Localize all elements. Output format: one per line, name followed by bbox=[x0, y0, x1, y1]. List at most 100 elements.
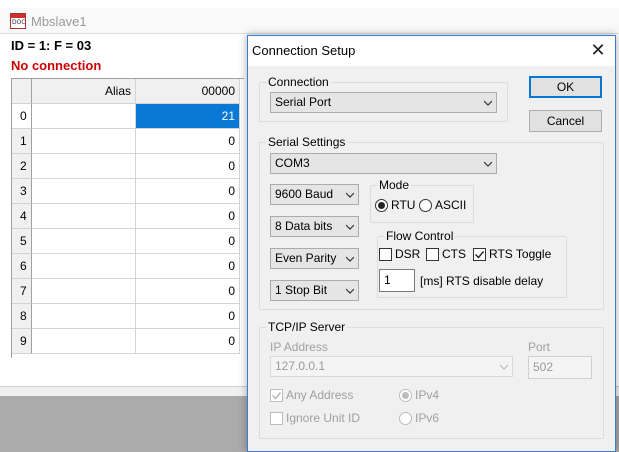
row-header[interactable]: 7 bbox=[12, 279, 32, 304]
value-cell[interactable]: 0 bbox=[136, 229, 240, 254]
serial-settings-group: Serial Settings COM3 9600 Baud 8 Data bi… bbox=[259, 135, 604, 310]
connection-group-label: Connection bbox=[266, 75, 331, 89]
alias-cell[interactable] bbox=[32, 154, 136, 179]
any-address-checkbox[interactable] bbox=[270, 389, 283, 402]
ok-button[interactable]: OK bbox=[529, 76, 602, 98]
value-cell[interactable]: 0 bbox=[136, 304, 240, 329]
dsr-checkbox[interactable] bbox=[379, 248, 392, 261]
rts-delay-input[interactable]: 1 bbox=[379, 269, 415, 292]
alias-cell[interactable] bbox=[32, 179, 136, 204]
ipv6-label[interactable]: IPv6 bbox=[415, 411, 439, 425]
chevron-down-icon bbox=[346, 224, 354, 230]
rtu-label[interactable]: RTU bbox=[391, 198, 415, 212]
row-header[interactable]: 4 bbox=[12, 204, 32, 229]
table-row: 2 0 bbox=[12, 154, 240, 179]
parity-select[interactable]: Even Parity bbox=[270, 248, 359, 269]
row-header[interactable]: 5 bbox=[12, 229, 32, 254]
ip-address-select[interactable]: 127.0.0.1 bbox=[270, 356, 513, 377]
register-grid[interactable]: Alias 00000 0 21 1 0 2 0 3 0 4 0 5 0 6 0… bbox=[11, 78, 244, 358]
rts-toggle-label[interactable]: RTS Toggle bbox=[489, 247, 551, 261]
ascii-radio[interactable] bbox=[419, 199, 432, 212]
row-header[interactable]: 9 bbox=[12, 329, 32, 354]
alias-cell[interactable] bbox=[32, 304, 136, 329]
value-cell[interactable]: 0 bbox=[136, 329, 240, 354]
ignore-unit-id-label[interactable]: Ignore Unit ID bbox=[286, 411, 360, 425]
flow-control-label: Flow Control bbox=[384, 229, 456, 243]
table-row: 4 0 bbox=[12, 204, 240, 229]
data-bits-select[interactable]: 8 Data bits bbox=[270, 216, 359, 237]
alias-cell[interactable] bbox=[32, 229, 136, 254]
cancel-button[interactable]: Cancel bbox=[529, 110, 602, 132]
row-header[interactable]: 0 bbox=[12, 104, 32, 129]
tcpip-server-label: TCP/IP Server bbox=[266, 320, 348, 334]
table-row: 9 0 bbox=[12, 329, 240, 354]
port-input[interactable]: 502 bbox=[528, 356, 592, 379]
mode-label: Mode bbox=[377, 178, 412, 192]
row-header[interactable]: 8 bbox=[12, 304, 32, 329]
value-cell[interactable]: 0 bbox=[136, 179, 240, 204]
ignore-unit-id-checkbox[interactable] bbox=[270, 412, 283, 425]
table-row: 1 0 bbox=[12, 129, 240, 154]
tcpip-server-group: TCP/IP Server IP Address 127.0.0.1 Port … bbox=[259, 320, 604, 439]
status-line: ID = 1: F = 03 bbox=[11, 38, 92, 53]
chevron-down-icon bbox=[484, 161, 492, 167]
connection-type-select[interactable]: Serial Port bbox=[270, 92, 497, 113]
mode-group: Mode RTU ASCII bbox=[370, 178, 474, 223]
rtu-radio[interactable] bbox=[375, 199, 388, 212]
ip-address-value: 127.0.0.1 bbox=[275, 359, 326, 373]
stop-bits-select[interactable]: 1 Stop Bit bbox=[270, 280, 359, 301]
cts-label[interactable]: CTS bbox=[442, 247, 466, 261]
ipv4-radio[interactable] bbox=[399, 389, 412, 402]
document-icon: DOC bbox=[10, 13, 26, 29]
value-cell[interactable]: 0 bbox=[136, 154, 240, 179]
com-port-value: COM3 bbox=[275, 156, 310, 170]
data-bits-value: 8 Data bits bbox=[275, 219, 333, 233]
serial-settings-label: Serial Settings bbox=[266, 135, 348, 149]
column-header-alias[interactable]: Alias bbox=[32, 79, 136, 104]
alias-cell[interactable] bbox=[32, 204, 136, 229]
chevron-down-icon bbox=[346, 192, 354, 198]
connection-type-value: Serial Port bbox=[275, 95, 332, 109]
dsr-label[interactable]: DSR bbox=[395, 247, 420, 261]
any-address-label[interactable]: Any Address bbox=[286, 388, 353, 402]
alias-cell[interactable] bbox=[32, 279, 136, 304]
value-cell[interactable]: 0 bbox=[136, 254, 240, 279]
table-row: 3 0 bbox=[12, 179, 240, 204]
port-label: Port bbox=[528, 340, 551, 354]
value-cell[interactable]: 21 bbox=[136, 104, 240, 129]
chevron-down-icon bbox=[500, 364, 508, 370]
value-cell[interactable]: 0 bbox=[136, 204, 240, 229]
column-header-address[interactable]: 00000 bbox=[136, 79, 240, 104]
ascii-label[interactable]: ASCII bbox=[435, 198, 466, 212]
connection-setup-dialog: Connection Setup ✕ Connection Serial Por… bbox=[247, 35, 616, 452]
row-header[interactable]: 3 bbox=[12, 179, 32, 204]
chevron-down-icon bbox=[346, 288, 354, 294]
value-cell[interactable]: 0 bbox=[136, 279, 240, 304]
value-cell[interactable]: 0 bbox=[136, 129, 240, 154]
child-title-bar[interactable]: DOC Mbslave1 bbox=[0, 8, 619, 34]
chevron-down-icon bbox=[484, 100, 492, 106]
close-icon[interactable]: ✕ bbox=[587, 39, 609, 61]
alias-cell[interactable] bbox=[32, 329, 136, 354]
rts-toggle-checkbox[interactable] bbox=[473, 248, 486, 261]
alias-cell[interactable] bbox=[32, 104, 136, 129]
stop-bits-value: 1 Stop Bit bbox=[275, 283, 328, 297]
com-port-select[interactable]: COM3 bbox=[270, 153, 497, 174]
row-header[interactable]: 1 bbox=[12, 129, 32, 154]
alias-cell[interactable] bbox=[32, 129, 136, 154]
checkmark-icon bbox=[272, 392, 282, 400]
ipv6-radio[interactable] bbox=[399, 412, 412, 425]
chevron-down-icon bbox=[346, 256, 354, 262]
dialog-title: Connection Setup bbox=[252, 43, 356, 58]
grid-corner[interactable] bbox=[12, 79, 32, 104]
table-row: 6 0 bbox=[12, 254, 240, 279]
ip-address-label: IP Address bbox=[270, 340, 328, 354]
dialog-title-bar[interactable]: Connection Setup ✕ bbox=[248, 36, 615, 66]
baud-rate-select[interactable]: 9600 Baud bbox=[270, 184, 359, 205]
cts-checkbox[interactable] bbox=[426, 248, 439, 261]
row-header[interactable]: 2 bbox=[12, 154, 32, 179]
row-header[interactable]: 6 bbox=[12, 254, 32, 279]
table-row: 0 21 bbox=[12, 104, 240, 129]
alias-cell[interactable] bbox=[32, 254, 136, 279]
ipv4-label[interactable]: IPv4 bbox=[415, 388, 439, 402]
